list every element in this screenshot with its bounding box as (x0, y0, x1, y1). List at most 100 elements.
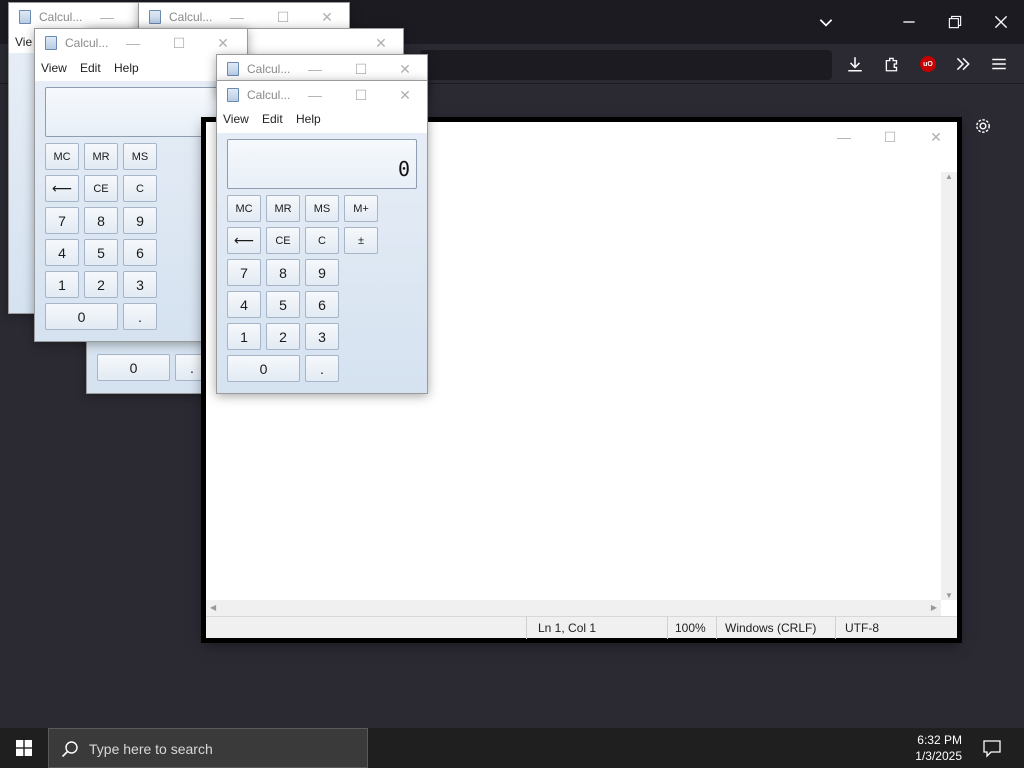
key-5[interactable]: 5 (266, 291, 300, 318)
close-icon[interactable]: ✕ (213, 33, 233, 53)
browser-minimize-icon[interactable] (897, 10, 921, 34)
maximize-icon[interactable]: ☐ (880, 127, 900, 147)
close-icon[interactable]: ✕ (317, 7, 337, 27)
key-5[interactable]: 5 (84, 239, 118, 266)
scroll-right-icon[interactable]: ▶ (931, 603, 937, 612)
maximize-icon[interactable]: ☐ (351, 59, 371, 79)
menu-help[interactable]: Help (296, 112, 321, 126)
scroll-left-icon[interactable]: ◀ (210, 603, 216, 612)
calculator-window-front[interactable]: Calcul... — ☐ ✕ View Edit Help 0 MC MR M… (216, 80, 428, 394)
maximize-icon[interactable]: ☐ (169, 33, 189, 53)
key-4[interactable]: 4 (45, 239, 79, 266)
key-backspace[interactable]: ⟵ (45, 175, 79, 202)
key-dot[interactable]: . (305, 355, 339, 382)
menu-hamburger-icon[interactable] (987, 52, 1011, 76)
key-ce[interactable]: CE (266, 227, 300, 254)
search-icon (61, 741, 78, 758)
key-backspace[interactable]: ⟵ (227, 227, 261, 254)
key-dot[interactable]: . (175, 354, 209, 381)
menu-view-fragment[interactable]: Vie (15, 35, 32, 49)
menu-edit[interactable]: Edit (262, 112, 283, 126)
horizontal-scrollbar[interactable]: ◀ ▶ (206, 600, 941, 616)
maximize-icon[interactable]: ☐ (273, 7, 293, 27)
key-ce[interactable]: CE (84, 175, 118, 202)
key-2[interactable]: 2 (266, 323, 300, 350)
key-4[interactable]: 4 (227, 291, 261, 318)
key-1[interactable]: 1 (227, 323, 261, 350)
browser-close-icon[interactable] (989, 10, 1013, 34)
scroll-up-icon[interactable]: ▲ (945, 172, 953, 181)
extensions-icon[interactable] (880, 52, 904, 76)
start-button[interactable] (0, 728, 48, 768)
key-8[interactable]: 8 (84, 207, 118, 234)
status-line-ending: Windows (CRLF) (725, 621, 817, 635)
key-3[interactable]: 3 (123, 271, 157, 298)
key-9[interactable]: 9 (123, 207, 157, 234)
minimize-icon[interactable]: — (305, 85, 325, 105)
key-7[interactable]: 7 (45, 207, 79, 234)
key-9[interactable]: 9 (305, 259, 339, 286)
calculator-titlebar[interactable]: Calcul... — ☐ ✕ (217, 81, 427, 109)
minimize-icon[interactable]: — (123, 33, 143, 53)
menu-help[interactable]: Help (114, 61, 139, 75)
key-6[interactable]: 6 (123, 239, 157, 266)
taskbar-search-box[interactable]: Type here to search (48, 728, 368, 768)
calculator-display-value: 0 (397, 157, 410, 181)
ublock-origin-icon[interactable]: uO (920, 56, 936, 72)
vertical-scrollbar[interactable]: ▲ ▼ (941, 172, 957, 600)
key-ms[interactable]: MS (305, 195, 339, 222)
key-0[interactable]: 0 (45, 303, 118, 330)
notification-center-icon[interactable] (982, 738, 1002, 758)
calculator-titlebar[interactable]: Calcul... — ☐ ✕ (139, 3, 349, 31)
key-8[interactable]: 8 (266, 259, 300, 286)
key-mc[interactable]: MC (45, 143, 79, 170)
key-7[interactable]: 7 (227, 259, 261, 286)
windows-logo-icon (16, 740, 32, 756)
close-icon[interactable]: ✕ (371, 33, 391, 53)
key-2[interactable]: 2 (84, 271, 118, 298)
key-c[interactable]: C (123, 175, 157, 202)
minimize-icon[interactable]: — (227, 7, 247, 27)
close-icon[interactable]: ✕ (395, 85, 415, 105)
calculator-titlebar[interactable]: Calcul... — (9, 3, 139, 31)
key-1[interactable]: 1 (45, 271, 79, 298)
key-mr[interactable]: MR (84, 143, 118, 170)
settings-gear-icon[interactable] (971, 114, 995, 138)
minimize-icon[interactable]: — (834, 127, 854, 147)
key-c[interactable]: C (305, 227, 339, 254)
calculator-app-icon (227, 88, 239, 102)
download-icon[interactable] (843, 52, 867, 76)
calculator-display: 0 (227, 139, 417, 189)
close-icon[interactable]: ✕ (395, 59, 415, 79)
browser-restore-icon[interactable] (943, 10, 967, 34)
menu-view[interactable]: View (41, 61, 67, 75)
scroll-down-icon[interactable]: ▼ (945, 591, 953, 600)
tab-list-chevron-icon[interactable] (814, 10, 838, 34)
key-m-plus[interactable]: M+ (344, 195, 378, 222)
calculator-titlebar[interactable]: Calcul... — ☐ ✕ (217, 55, 427, 83)
key-dot[interactable]: . (123, 303, 157, 330)
key-mc[interactable]: MC (227, 195, 261, 222)
minimize-icon[interactable]: — (97, 7, 117, 27)
more-tools-chevrons-icon[interactable] (951, 52, 975, 76)
key-0[interactable]: 0 (227, 355, 300, 382)
key-3[interactable]: 3 (305, 323, 339, 350)
menu-view[interactable]: View (223, 112, 249, 126)
notepad-status-bar: Ln 1, Col 1 100% Windows (CRLF) UTF-8 (206, 616, 957, 639)
minimize-icon[interactable]: — (305, 59, 325, 79)
close-icon[interactable]: ✕ (926, 127, 946, 147)
menu-edit[interactable]: Edit (80, 61, 101, 75)
key-plus-minus[interactable]: ± (344, 227, 378, 254)
calculator-app-icon (227, 62, 239, 76)
key-mr[interactable]: MR (266, 195, 300, 222)
key-0[interactable]: 0 (97, 354, 170, 381)
system-clock[interactable]: 6:32 PM 1/3/2025 (915, 732, 962, 764)
taskbar: Type here to search 6:32 PM 1/3/2025 (0, 728, 1024, 768)
maximize-icon[interactable]: ☐ (351, 85, 371, 105)
browser-url-bar[interactable] (420, 50, 832, 80)
key-6[interactable]: 6 (305, 291, 339, 318)
calculator-titlebar[interactable]: Calcul... — ☐ ✕ (35, 29, 247, 57)
calculator-app-icon (149, 10, 161, 24)
status-divider (835, 617, 836, 639)
key-ms[interactable]: MS (123, 143, 157, 170)
